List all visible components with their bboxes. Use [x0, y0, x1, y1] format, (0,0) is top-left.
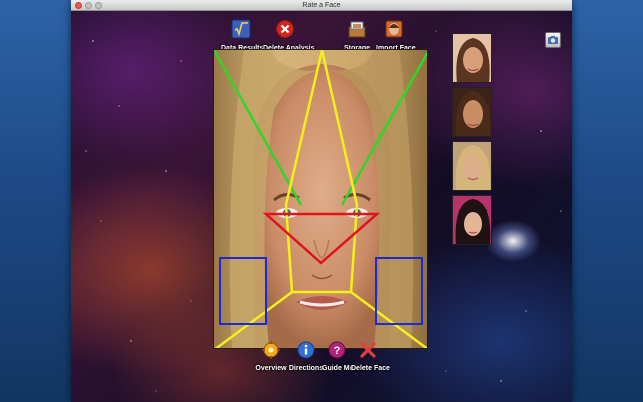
storage-box-icon [348, 21, 366, 38]
info-icon [297, 341, 315, 359]
yellow-proportion-lines [214, 50, 427, 348]
face-thumbnail-1[interactable] [452, 33, 492, 83]
window-title: Rate a Face [302, 2, 341, 9]
storage-button[interactable]: Storage [342, 19, 372, 53]
gear-icon [262, 341, 280, 359]
overview-button[interactable]: Overview [254, 341, 288, 373]
face-image [453, 88, 491, 136]
red-x-icon [360, 342, 376, 358]
red-eye-triangle [262, 212, 381, 265]
face-thumbnail-2[interactable] [452, 87, 492, 137]
face-image [453, 142, 491, 190]
guide-me-button[interactable]: ? Guide Me [322, 341, 354, 373]
green-proportion-lines [214, 50, 427, 206]
camera-icon [548, 36, 558, 44]
question-icon: ? [328, 341, 346, 359]
square-root-icon [231, 19, 251, 39]
space-background: Data Results Delete Analysis Storage Imp… [71, 11, 572, 402]
face-thumbnail-3[interactable] [452, 141, 492, 191]
import-face-icon [385, 20, 403, 38]
guide-me-label: Guide Me [322, 365, 354, 372]
camera-button[interactable] [545, 32, 561, 48]
app-window: Rate a Face Data Results Delete Analysis… [71, 0, 572, 402]
directions-label: Directions [288, 365, 324, 372]
face-thumbnail-4[interactable] [452, 195, 492, 245]
face-photo-analysis[interactable] [213, 49, 428, 349]
delete-face-button[interactable]: Delete Face [351, 341, 390, 373]
data-results-button[interactable]: Data Results [221, 19, 263, 53]
face-image [453, 34, 491, 82]
import-face-button[interactable]: Import Face [376, 19, 416, 53]
red-x-circle-icon [276, 20, 294, 38]
delete-face-label: Delete Face [351, 365, 390, 372]
face-image [453, 196, 491, 244]
svg-text:?: ? [334, 345, 341, 357]
title-bar: Rate a Face [71, 0, 572, 11]
overview-label: Overview [255, 365, 287, 372]
analysis-overlay [214, 50, 427, 348]
directions-button[interactable]: Directions [288, 341, 324, 373]
delete-analysis-button[interactable]: Delete Analysis [263, 19, 315, 53]
